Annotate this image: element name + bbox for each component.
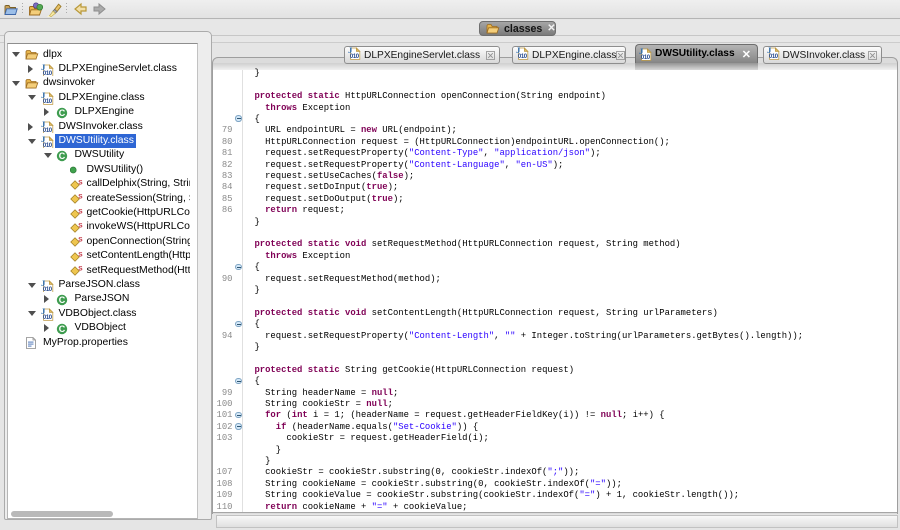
svg-text:010: 010 xyxy=(350,54,360,60)
svg-text:S: S xyxy=(78,222,83,229)
svg-text:010: 010 xyxy=(518,54,528,60)
svg-text:S: S xyxy=(78,193,83,200)
svg-text:C: C xyxy=(59,108,66,118)
svg-text:010: 010 xyxy=(768,54,778,60)
svg-text:C: C xyxy=(59,151,66,161)
svg-text:S: S xyxy=(78,208,83,215)
svg-text:C: C xyxy=(59,324,66,334)
svg-text:S: S xyxy=(78,179,83,186)
svg-text:S: S xyxy=(78,237,83,244)
svg-text:C: C xyxy=(59,295,66,305)
svg-text:S: S xyxy=(78,251,83,258)
svg-text:S: S xyxy=(78,265,83,272)
svg-text:010: 010 xyxy=(641,55,651,61)
